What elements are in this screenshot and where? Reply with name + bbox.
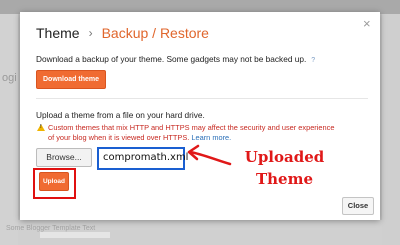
selected-file-highlight: compromath.xml <box>97 147 189 170</box>
theme-backup-dialog: Theme › Backup / Restore × Download a ba… <box>20 12 380 220</box>
backdrop-footer-bar <box>40 232 110 238</box>
https-warning: Custom themes that mix HTTP and HTTPS ma… <box>48 123 338 143</box>
annotation-line-2: Theme <box>255 170 314 188</box>
backdrop-text: ogi <box>2 72 17 84</box>
upload-description: Upload a theme from a file on your hard … <box>36 110 205 120</box>
annotation-line-1: Uploaded <box>244 148 325 166</box>
breadcrumb-current: Backup / Restore <box>101 25 209 41</box>
backdrop-left-panel <box>0 14 18 245</box>
selected-file-name: compromath.xml <box>103 152 189 163</box>
upload-button[interactable]: Upload <box>39 172 69 191</box>
breadcrumb: Theme › Backup / Restore <box>36 25 209 41</box>
help-icon[interactable]: ? <box>311 57 315 64</box>
download-description: Download a backup of your theme. Some ga… <box>36 54 315 64</box>
download-theme-button[interactable]: Download theme <box>36 70 106 89</box>
backdrop-right-panel <box>382 14 400 245</box>
close-icon[interactable]: × <box>363 16 371 31</box>
breadcrumb-separator-icon: › <box>88 26 93 40</box>
uploaded-theme-annotation: Uploaded Theme <box>232 146 337 190</box>
learn-more-link[interactable]: Learn more. <box>191 133 231 142</box>
warning-icon <box>37 124 45 131</box>
backdrop-footer-text: Some Blogger Template Text <box>6 225 96 232</box>
section-divider <box>36 98 368 99</box>
close-button[interactable]: Close <box>342 197 374 215</box>
download-description-text: Download a backup of your theme. Some ga… <box>36 54 307 64</box>
breadcrumb-theme[interactable]: Theme <box>36 25 80 41</box>
browse-button[interactable]: Browse... <box>36 148 92 167</box>
annotation-arrow-icon <box>187 144 232 166</box>
